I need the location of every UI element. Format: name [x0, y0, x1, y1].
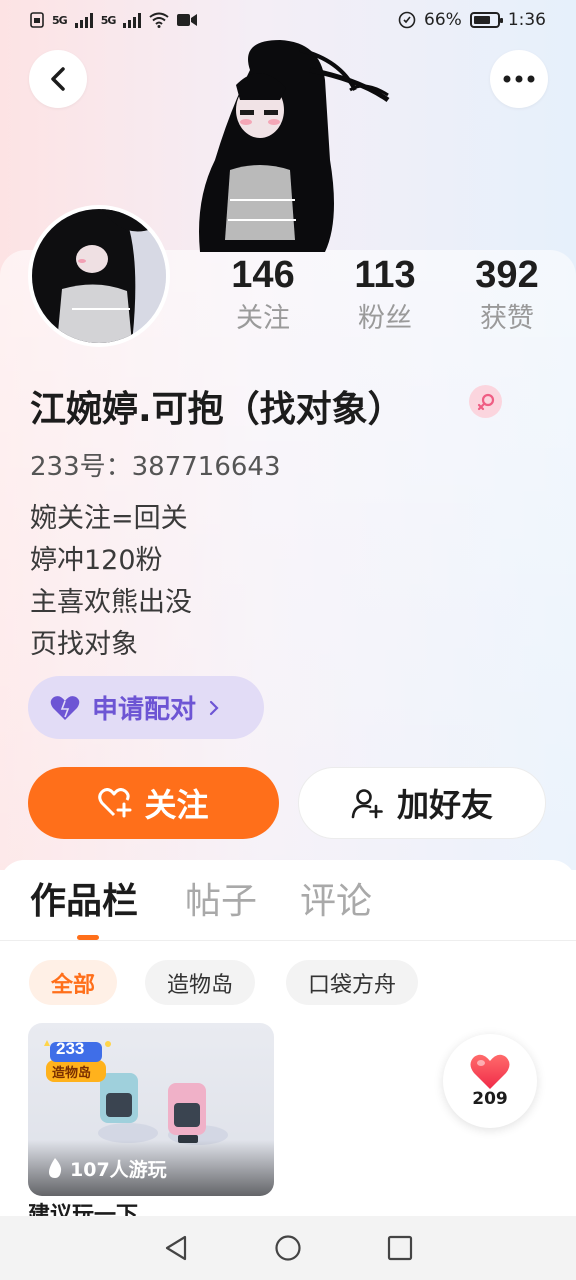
- bio-line: 婷冲120粉: [30, 545, 163, 576]
- chevron-left-icon: [51, 67, 65, 91]
- heart-icon: [470, 1054, 510, 1089]
- filter-chip-all[interactable]: 全部: [29, 960, 118, 1005]
- badge-number: 233: [56, 1039, 85, 1058]
- stat-likes-value: 392: [475, 254, 539, 296]
- follow-label: 关注: [144, 786, 209, 824]
- status-right: 66% 1:36: [398, 10, 546, 30]
- avatar-image: [32, 209, 166, 343]
- work-play-stats: 107人游玩: [28, 1140, 274, 1196]
- gender-badge: [469, 385, 502, 418]
- stat-fans-value: 113: [354, 254, 416, 296]
- battery-percent: 66%: [424, 10, 462, 30]
- back-button[interactable]: [29, 50, 87, 108]
- data-saver-icon: [398, 11, 416, 29]
- more-button[interactable]: [490, 50, 548, 108]
- heart-icon: [50, 695, 80, 720]
- tab-comments[interactable]: 评论: [300, 880, 372, 924]
- flame-icon: [49, 1158, 62, 1178]
- work-title-text: 建议玩一下: [28, 1203, 139, 1216]
- add-friend-button[interactable]: 加好友: [298, 767, 546, 839]
- tab-posts[interactable]: 帖子: [185, 880, 257, 924]
- chevron-right-icon: [209, 700, 219, 715]
- stat-following-label: 关注: [236, 303, 290, 334]
- signal-icon-2: [123, 12, 142, 28]
- battery-icon: [469, 12, 503, 28]
- sim-card-icon: [30, 12, 44, 28]
- sim2-network: 5G: [100, 13, 117, 27]
- like-count: 209: [472, 1089, 508, 1109]
- stat-likes-label: 获赞: [480, 303, 534, 334]
- wifi-icon: [149, 12, 169, 28]
- add-person-icon: [351, 789, 383, 819]
- bio-line: 页找对象: [30, 629, 138, 660]
- nav-back-icon[interactable]: [163, 1234, 189, 1262]
- sim1-network: 5G: [52, 13, 68, 27]
- match-request-button[interactable]: 申请配对: [28, 676, 264, 739]
- more-dots-icon: [503, 75, 535, 83]
- nav-home-icon[interactable]: [274, 1234, 302, 1262]
- bio-line: 婉关注=回关: [30, 503, 188, 534]
- add-friend-label: 加好友: [396, 786, 493, 824]
- system-nav-bar: [0, 1216, 576, 1280]
- stat-following[interactable]: 146 关注: [203, 252, 323, 336]
- tab-divider: [0, 940, 576, 941]
- work-title[interactable]: 建议玩一下: [28, 1200, 228, 1216]
- female-icon: [477, 393, 494, 410]
- video-camera-icon: [177, 14, 198, 26]
- stat-likes[interactable]: 392 获赞: [447, 252, 567, 336]
- play-count: 107人游玩: [70, 1158, 167, 1181]
- avatar[interactable]: [28, 205, 170, 347]
- heart-plus-icon: [98, 788, 132, 818]
- stat-following-value: 146: [231, 254, 295, 296]
- like-button[interactable]: 209: [443, 1034, 537, 1128]
- clock: 1:36: [507, 10, 546, 30]
- filter-chip-pocket-ark[interactable]: 口袋方舟: [286, 960, 419, 1005]
- filter-chip-creation-island[interactable]: 造物岛: [145, 960, 256, 1005]
- user-id: 233号：387716643: [30, 452, 281, 482]
- work-card[interactable]: 233 造物岛 107人游玩: [28, 1023, 274, 1196]
- banner-character-image: [199, 40, 390, 252]
- badge-text: 造物岛: [52, 1066, 92, 1081]
- nav-recents-icon[interactable]: [387, 1235, 413, 1261]
- stat-fans-label: 粉丝: [358, 303, 412, 334]
- profile-name: 江婉婷.可抱（找对象）: [30, 389, 404, 430]
- tab-works[interactable]: 作品栏: [30, 880, 138, 924]
- follow-button[interactable]: 关注: [28, 767, 279, 839]
- stat-fans[interactable]: 113 粉丝: [325, 252, 445, 336]
- bio-line: 主喜欢熊出没: [30, 587, 192, 618]
- match-request-label: 申请配对: [92, 695, 197, 725]
- bio: 婉关注=回关 婷冲120粉 主喜欢熊出没 页找对象: [30, 498, 192, 666]
- status-left: 5G 5G: [30, 12, 198, 28]
- signal-icon: [74, 12, 93, 28]
- status-bar: 5G 5G 66% 1:36: [0, 0, 576, 40]
